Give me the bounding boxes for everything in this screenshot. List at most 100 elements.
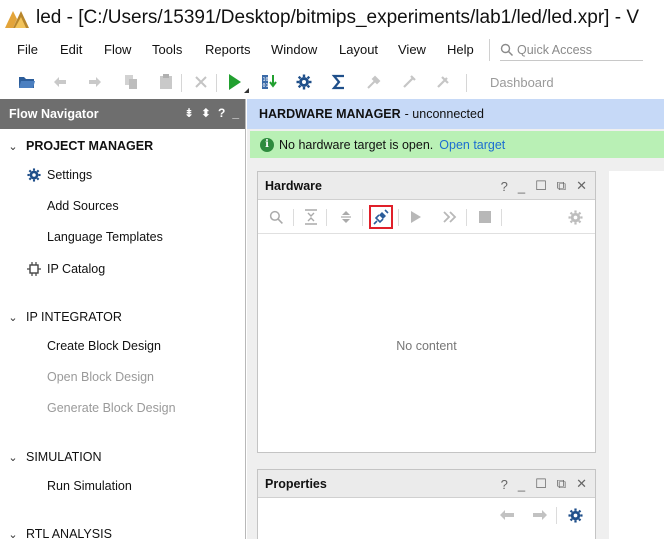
delete-button[interactable] <box>190 71 212 93</box>
dropdown-arrow-icon <box>244 88 249 93</box>
chevron-down-icon: ⌄ <box>8 528 18 539</box>
nav-item-label: Run Simulation <box>47 479 132 493</box>
section-label: IP INTEGRATOR <box>26 310 122 324</box>
nav-item-generate-block-design: Generate Block Design <box>47 401 176 415</box>
program-device-icon: 10 01 <box>262 75 277 89</box>
help-icon[interactable]: ? <box>501 179 508 194</box>
sigma-icon <box>331 74 344 90</box>
run-icon <box>229 74 241 90</box>
program-device-button[interactable]: 10 01 <box>258 71 280 93</box>
open-target-link[interactable]: Open target <box>439 138 505 152</box>
help-icon[interactable]: ? <box>218 106 225 120</box>
section-simulation[interactable]: ⌄ SIMULATION <box>0 450 101 464</box>
hardware-manager-area: HARDWARE MANAGER - unconnected i No hard… <box>247 99 664 539</box>
toolbar-separator <box>501 209 502 226</box>
main-toolbar: 10 01 Dashboard <box>0 66 664 98</box>
menu-help[interactable]: Help <box>447 42 474 57</box>
nav-item-label: Settings <box>47 168 93 182</box>
section-project-manager[interactable]: ⌄ PROJECT MANAGER <box>0 139 153 153</box>
auto-connect-icon <box>373 209 389 225</box>
toolbar-separator <box>556 507 557 524</box>
close-icon[interactable]: ✕ <box>576 178 587 194</box>
forward-button[interactable] <box>530 505 550 525</box>
delete-icon <box>195 76 207 88</box>
float-icon[interactable]: ⧉ <box>557 178 566 194</box>
toolbar-separator <box>466 209 467 226</box>
nav-item-settings[interactable]: Settings <box>25 167 92 183</box>
maximize-icon[interactable]: ☐ <box>535 476 547 492</box>
copy-icon <box>125 75 137 89</box>
nav-item-add-sources[interactable]: Add Sources <box>47 199 119 213</box>
hardware-manager-title: HARDWARE MANAGER <box>259 107 401 121</box>
redo-button[interactable] <box>84 71 106 93</box>
hardware-panel-header: Hardware ? _ ☐ ⧉ ✕ <box>258 172 595 200</box>
toolbar-separator <box>181 74 182 92</box>
close-icon[interactable]: ✕ <box>576 476 587 492</box>
dashboard-button[interactable]: Dashboard <box>490 75 554 90</box>
collapse-all-button[interactable] <box>301 207 321 227</box>
settings-button[interactable] <box>293 71 315 93</box>
sigma-button[interactable] <box>328 71 350 93</box>
nav-item-label: Create Block Design <box>47 339 161 353</box>
nav-item-label: Generate Block Design <box>47 401 176 415</box>
disabled-tool-button[interactable] <box>432 71 454 93</box>
expand-all-button[interactable] <box>336 207 356 227</box>
nav-item-label: Add Sources <box>47 199 119 213</box>
menu-layout[interactable]: Layout <box>339 42 378 57</box>
hardware-panel-title: Hardware <box>265 178 322 193</box>
play-icon <box>411 211 421 223</box>
menu-reports[interactable]: Reports <box>205 42 251 57</box>
properties-panel-header: Properties ? _ ☐ ⧉ ✕ <box>258 470 595 498</box>
toolbar-separator <box>466 74 467 92</box>
hardware-panel: Hardware ? _ ☐ ⧉ ✕ No content <box>257 171 596 453</box>
open-project-button[interactable] <box>16 71 38 93</box>
menu-view[interactable]: View <box>398 42 426 57</box>
minimize-icon[interactable]: _ <box>232 106 239 120</box>
nav-item-ip-catalog[interactable]: IP Catalog <box>25 261 105 277</box>
float-icon[interactable]: ⧉ <box>557 476 566 492</box>
open-project-icon <box>19 77 35 88</box>
nav-item-run-simulation[interactable]: Run Simulation <box>47 479 132 493</box>
search-button[interactable] <box>266 207 286 227</box>
minimize-icon[interactable]: _ <box>518 179 525 194</box>
paste-button[interactable] <box>155 71 177 93</box>
stop-button[interactable] <box>475 207 495 227</box>
maximize-icon[interactable]: ☐ <box>535 178 547 194</box>
auto-connect-button[interactable] <box>369 205 393 229</box>
section-rtl-analysis[interactable]: ⌄ RTL ANALYSIS <box>0 527 112 539</box>
expand-all-icon[interactable]: ⬍ <box>201 106 211 120</box>
menu-file[interactable]: File <box>17 42 38 57</box>
collapse-all-icon[interactable]: ⇟ <box>184 106 194 120</box>
panel-settings-button[interactable] <box>565 207 585 227</box>
toolbar-separator <box>362 209 363 226</box>
paste-icon <box>160 74 172 89</box>
gear-icon <box>567 209 583 225</box>
search-icon <box>269 210 283 224</box>
gear-icon <box>567 507 583 523</box>
properties-settings-button[interactable] <box>565 505 585 525</box>
menu-flow[interactable]: Flow <box>104 42 131 57</box>
copy-button[interactable] <box>120 71 142 93</box>
run-button[interactable] <box>224 71 249 93</box>
menu-edit[interactable]: Edit <box>60 42 82 57</box>
disabled-tool-button[interactable] <box>363 71 385 93</box>
undo-button[interactable] <box>49 71 71 93</box>
run-immediate-button[interactable] <box>440 207 460 227</box>
disabled-tool-button[interactable] <box>398 71 420 93</box>
section-ip-integrator[interactable]: ⌄ IP INTEGRATOR <box>0 310 122 324</box>
menu-tools[interactable]: Tools <box>152 42 182 57</box>
back-button[interactable] <box>497 505 517 525</box>
nav-item-create-block-design[interactable]: Create Block Design <box>47 339 161 353</box>
run-trigger-button[interactable] <box>406 207 426 227</box>
nav-item-language-templates[interactable]: Language Templates <box>47 230 163 244</box>
window-title: led - [C:/Users/15391/Desktop/bitmips_ex… <box>36 7 639 28</box>
help-icon[interactable]: ? <box>501 477 508 492</box>
toolbar-separator <box>398 209 399 226</box>
properties-toolbar <box>258 498 595 532</box>
minimize-icon[interactable]: _ <box>518 477 525 492</box>
tool-disabled-icon <box>403 75 416 88</box>
ip-catalog-icon <box>25 261 43 277</box>
menu-window[interactable]: Window <box>271 42 317 57</box>
tool-disabled-icon <box>367 75 381 89</box>
quick-access-search[interactable]: Quick Access <box>500 39 643 61</box>
